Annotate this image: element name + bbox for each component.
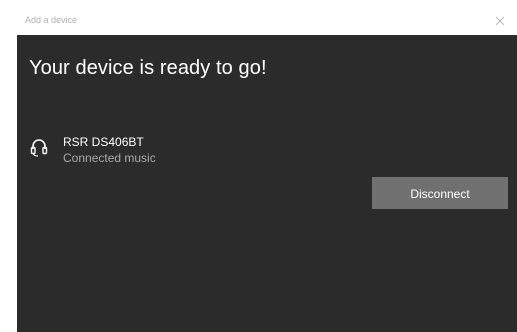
add-device-dialog: Add a device Your device is ready to go!…	[17, 6, 517, 332]
device-name: RSR DS406BT	[63, 135, 144, 149]
device-status: Connected music	[63, 151, 156, 165]
close-button[interactable]	[489, 10, 511, 32]
headset-icon	[30, 137, 48, 157]
device-item: RSR DS406BT Connected music	[30, 135, 290, 171]
dialog-content: Your device is ready to go! RSR DS406BT …	[17, 35, 517, 332]
title-bar: Add a device	[17, 6, 517, 36]
page-title: Your device is ready to go!	[29, 57, 267, 79]
disconnect-button[interactable]: Disconnect	[372, 177, 508, 209]
window-title: Add a device	[25, 15, 78, 25]
close-icon	[495, 16, 505, 26]
